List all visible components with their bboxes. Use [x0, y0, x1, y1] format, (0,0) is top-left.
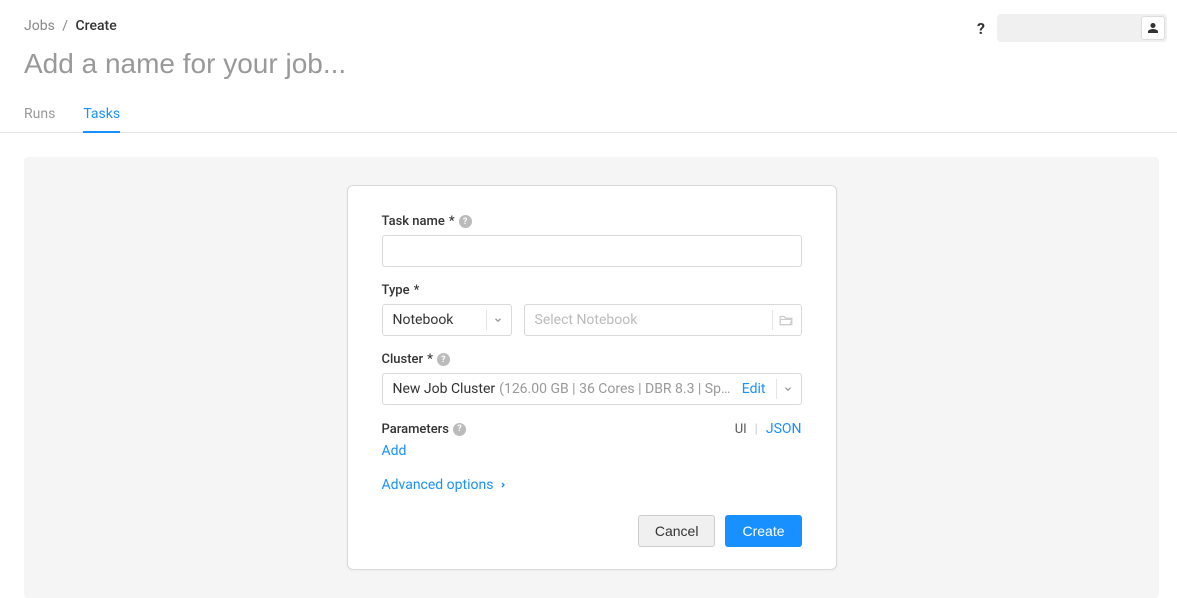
breadcrumb-separator: / [62, 18, 68, 34]
info-icon[interactable]: ? [453, 423, 466, 436]
tab-runs[interactable]: Runs [24, 98, 55, 132]
task-name-input[interactable] [382, 235, 802, 267]
cluster-name: New Job Cluster [393, 381, 496, 397]
task-card: Task name * ? Type * Notebook [347, 185, 837, 570]
breadcrumb-current: Create [76, 18, 117, 34]
cluster-detail: (126.00 GB | 36 Cores | DBR 8.3 | Sp… [499, 381, 730, 397]
user-avatar-icon [1141, 16, 1165, 40]
chevron-down-icon [493, 315, 503, 325]
workspace-panel: Task name * ? Type * Notebook [24, 157, 1159, 598]
task-name-label: Task name * ? [382, 214, 802, 229]
breadcrumb-root[interactable]: Jobs [24, 18, 55, 34]
parameters-add-link[interactable]: Add [382, 443, 407, 459]
chevron-right-icon [499, 479, 507, 491]
params-mode-separator: | [755, 422, 758, 437]
cancel-button[interactable]: Cancel [638, 515, 716, 547]
cluster-select[interactable]: New Job Cluster (126.00 GB | 36 Cores | … [382, 373, 802, 405]
notebook-placeholder: Select Notebook [535, 312, 638, 328]
folder-open-icon [779, 314, 793, 326]
type-label: Type * [382, 283, 802, 298]
job-name-input[interactable] [24, 34, 1153, 90]
params-mode-ui[interactable]: UI [735, 422, 747, 437]
parameters-label: Parameters ? [382, 422, 466, 437]
info-icon[interactable]: ? [459, 215, 472, 228]
help-icon[interactable]: ? [977, 19, 985, 38]
notebook-select[interactable]: Select Notebook [524, 304, 802, 336]
chevron-down-icon [783, 384, 793, 394]
cluster-edit-link[interactable]: Edit [742, 381, 766, 397]
cluster-label: Cluster * ? [382, 352, 802, 367]
params-mode-json[interactable]: JSON [766, 421, 802, 437]
info-icon[interactable]: ? [437, 353, 450, 366]
type-selected-value: Notebook [393, 312, 454, 328]
advanced-options-toggle[interactable]: Advanced options [382, 477, 802, 493]
tab-tasks[interactable]: Tasks [83, 98, 120, 132]
type-select[interactable]: Notebook [382, 304, 512, 336]
user-menu[interactable] [997, 14, 1167, 42]
create-button[interactable]: Create [725, 515, 801, 547]
